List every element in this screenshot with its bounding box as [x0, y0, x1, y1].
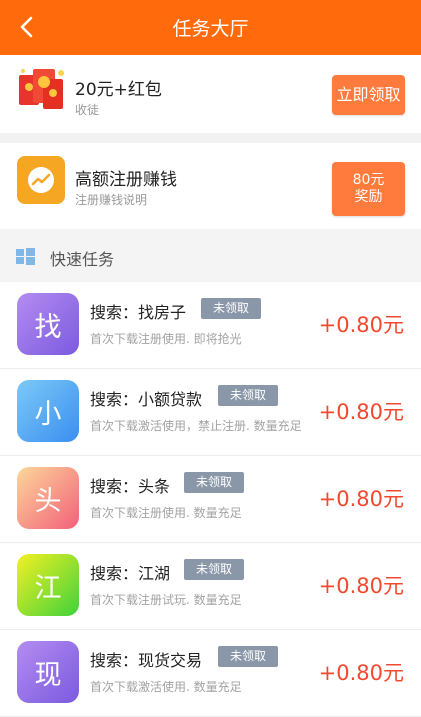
task-title: 搜索：现货交易 [90, 651, 203, 670]
task-title: 搜索：江湖 [90, 564, 171, 583]
status-badge: 未领取 [184, 559, 245, 580]
reward-amount: 80元 [352, 172, 385, 188]
featured-icon-tile [17, 156, 65, 204]
windows-grid-icon [16, 248, 35, 265]
page-title: 任务大厅 [172, 18, 249, 40]
task-item[interactable]: 江 搜索：江湖 未领取 首次下载注册试玩. 数量充足 +0.80元 [0, 543, 421, 630]
task-app-icon: 江 [17, 554, 79, 616]
task-title: 搜索：头条 [90, 477, 171, 496]
top-bar: 任务大厅 [0, 0, 421, 55]
task-reward: +0.80元 [318, 400, 404, 424]
featured-title: 高额注册赚钱 [75, 170, 177, 190]
task-item[interactable]: 头 搜索：头条 未领取 首次下载注册使用. 数量充足 +0.80元 [0, 456, 421, 543]
task-description: 首次下载注册使用. 数量充足 [90, 506, 242, 520]
task-description: 首次下载注册使用. 即将抢光 [90, 332, 242, 346]
task-app-icon: 小 [17, 380, 79, 442]
task-app-icon: 现 [17, 641, 79, 703]
task-item[interactable]: 小 搜索：小额贷款 未领取 首次下载激活使用，禁止注册. 数量充足 +0.80元 [0, 369, 421, 456]
status-badge: 未领取 [218, 385, 279, 406]
task-reward: +0.80元 [318, 661, 404, 685]
section-title: 快速任务 [50, 250, 115, 269]
task-description: 首次下载激活使用，禁止注册. 数量充足 [90, 419, 302, 433]
task-title: 搜索：找房子 [90, 303, 187, 322]
task-description: 首次下载激活使用. 数量充足 [90, 680, 242, 694]
promo-card[interactable]: 20元+红包 收徒 立即领取 [0, 55, 421, 133]
claim-now-button[interactable]: 立即领取 [332, 75, 405, 115]
status-badge: 未领取 [218, 646, 279, 667]
quick-tasks-header: 快速任务 [0, 229, 421, 282]
promo-title: 20元+红包 [75, 80, 162, 100]
reward-button[interactable]: 80元 奖励 [332, 162, 405, 216]
task-item[interactable]: 找 搜索：找房子 未领取 首次下载注册使用. 即将抢光 +0.80元 [0, 282, 421, 369]
task-title: 搜索：小额贷款 [90, 390, 203, 409]
task-app-icon: 头 [17, 467, 79, 529]
reward-label: 奖励 [354, 189, 383, 205]
red-envelope-icon [19, 69, 64, 109]
task-reward: +0.80元 [318, 313, 404, 337]
task-reward: +0.80元 [318, 487, 404, 511]
task-description: 首次下载注册试玩. 数量充足 [90, 593, 242, 607]
status-badge: 未领取 [184, 472, 245, 493]
task-reward: +0.80元 [318, 574, 404, 598]
status-badge: 未领取 [201, 298, 262, 319]
featured-subtitle[interactable]: 注册赚钱说明 [75, 191, 147, 208]
task-app-icon: 找 [17, 293, 79, 355]
featured-task-card[interactable]: 高额注册赚钱 注册赚钱说明 80元 奖励 [0, 143, 421, 229]
task-item[interactable]: 现 搜索：现货交易 未领取 首次下载激活使用. 数量充足 +0.80元 [0, 630, 421, 717]
promo-subtitle: 收徒 [75, 103, 100, 117]
trend-chart-icon [28, 167, 54, 193]
